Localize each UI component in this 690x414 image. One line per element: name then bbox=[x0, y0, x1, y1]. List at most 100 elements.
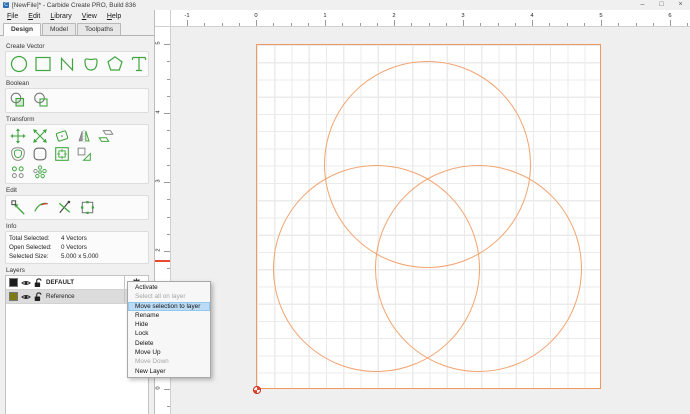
context-menu-item-activate[interactable]: Activate bbox=[128, 283, 210, 292]
curve-edit-icon[interactable] bbox=[32, 198, 51, 217]
lock-icon[interactable] bbox=[34, 292, 43, 302]
info-label: Selected Size: bbox=[9, 252, 61, 261]
ruler-tick bbox=[222, 23, 223, 26]
edit-title: Edit bbox=[6, 187, 149, 194]
tab-design[interactable]: Design bbox=[3, 23, 41, 36]
ruler-tick bbox=[618, 23, 619, 26]
ruler-tick bbox=[167, 165, 170, 166]
tab-model[interactable]: Model bbox=[42, 23, 76, 35]
duplicate-icon[interactable] bbox=[75, 145, 93, 163]
resize-nodes-icon[interactable] bbox=[78, 198, 97, 217]
scale-icon[interactable] bbox=[31, 127, 49, 145]
ruler-tick bbox=[167, 130, 170, 131]
maximize-button[interactable]: □ bbox=[652, 0, 671, 10]
ruler-tick bbox=[164, 182, 170, 183]
ruler-tick bbox=[167, 61, 170, 62]
offset-icon[interactable] bbox=[9, 145, 27, 163]
drawing-canvas[interactable] bbox=[171, 27, 690, 414]
menu-view[interactable]: View bbox=[77, 13, 102, 20]
curve-tool-icon[interactable] bbox=[81, 54, 101, 74]
node-edit-icon[interactable] bbox=[9, 198, 28, 217]
ruler-tick bbox=[446, 23, 447, 26]
job-area[interactable] bbox=[256, 44, 601, 389]
menu-library[interactable]: Library bbox=[45, 13, 76, 20]
polygon-tool-icon[interactable] bbox=[105, 54, 125, 74]
ruler-tick bbox=[164, 44, 170, 45]
ruler-label: 5 bbox=[156, 41, 162, 44]
rectangle-tool-icon[interactable] bbox=[33, 54, 53, 74]
shear-icon[interactable] bbox=[97, 127, 115, 145]
ruler-tick bbox=[167, 268, 170, 269]
minimize-button[interactable]: – bbox=[633, 0, 652, 10]
menu-edit[interactable]: Edit bbox=[23, 13, 45, 20]
boolean-title: Boolean bbox=[6, 80, 149, 87]
ruler-label: -1 bbox=[184, 13, 189, 19]
layer-color-swatch[interactable] bbox=[9, 278, 18, 287]
ruler-tick bbox=[670, 20, 671, 26]
boolean-union-icon[interactable] bbox=[9, 91, 28, 110]
ruler-tick bbox=[394, 20, 395, 26]
fillet-icon[interactable] bbox=[31, 145, 49, 163]
trim-icon[interactable] bbox=[55, 198, 74, 217]
tab-toolpaths[interactable]: Toolpaths bbox=[77, 23, 121, 35]
ruler-tick bbox=[411, 23, 412, 26]
boolean-subtract-icon[interactable] bbox=[32, 91, 51, 110]
context-menu-item-new-layer[interactable]: New Layer bbox=[128, 367, 210, 376]
ruler-tick bbox=[584, 23, 585, 26]
visibility-eye-icon[interactable] bbox=[21, 279, 31, 287]
context-menu-item-delete[interactable]: Delete bbox=[128, 339, 210, 348]
rotate-icon[interactable] bbox=[53, 127, 71, 145]
ruler-tick bbox=[308, 23, 309, 26]
boolean-group: Boolean bbox=[5, 80, 149, 113]
linear-array-icon[interactable] bbox=[9, 163, 27, 181]
window-title: [NewFile]* - Carbide Create PRO, Build 8… bbox=[12, 2, 136, 9]
ruler-tick bbox=[342, 23, 343, 26]
context-menu-item-rename[interactable]: Rename bbox=[128, 311, 210, 320]
visibility-eye-icon[interactable] bbox=[21, 293, 31, 301]
layer-context-menu: ActivateSelect all on layerMove selectio… bbox=[127, 281, 211, 378]
ruler-tick bbox=[167, 199, 170, 200]
circular-array-icon[interactable] bbox=[31, 163, 49, 181]
context-menu-item-hide[interactable]: Hide bbox=[128, 320, 210, 329]
move-icon[interactable] bbox=[9, 127, 27, 145]
ruler-tick bbox=[687, 23, 688, 26]
ruler-label: 2 bbox=[392, 13, 395, 19]
lock-icon[interactable] bbox=[34, 278, 43, 288]
transform-title: Transform bbox=[6, 116, 149, 123]
mirror-icon[interactable] bbox=[75, 127, 93, 145]
ruler-tick bbox=[480, 23, 481, 26]
circle-tool-icon[interactable] bbox=[9, 54, 29, 74]
ruler-tick bbox=[167, 406, 170, 407]
vector-circle[interactable] bbox=[375, 165, 582, 372]
ruler-tick bbox=[187, 20, 188, 26]
app-icon: C bbox=[3, 2, 9, 8]
ruler-tick bbox=[463, 20, 464, 26]
layer-name: Reference bbox=[46, 293, 124, 300]
context-menu-item-move-up[interactable]: Move Up bbox=[128, 348, 210, 357]
ruler-tick bbox=[549, 23, 550, 26]
ruler-tick bbox=[239, 23, 240, 26]
ruler-label: 3 bbox=[461, 13, 464, 19]
ruler-tick bbox=[429, 23, 430, 26]
context-menu-item-lock[interactable]: Lock bbox=[128, 329, 210, 338]
ruler-tick bbox=[498, 23, 499, 26]
ruler-tick bbox=[167, 234, 170, 235]
ruler-corner bbox=[155, 10, 171, 27]
ruler-label: 2 bbox=[156, 248, 162, 251]
info-row: Open Selected:0 Vectors bbox=[9, 243, 145, 252]
transform-group: Transform bbox=[5, 116, 149, 184]
context-menu-item-select-all-on-layer: Select all on layer bbox=[128, 292, 210, 301]
context-menu-item-move-selection-to-layer[interactable]: Move selection to layer bbox=[128, 302, 210, 311]
ruler-tick bbox=[325, 20, 326, 26]
polyline-tool-icon[interactable] bbox=[57, 54, 77, 74]
text-tool-icon[interactable] bbox=[129, 54, 149, 74]
carbide-create-window: C [NewFile]* - Carbide Create PRO, Build… bbox=[0, 0, 690, 414]
info-row: Total Selected:4 Vectors bbox=[9, 234, 145, 243]
frame-icon[interactable] bbox=[53, 145, 71, 163]
layer-color-swatch[interactable] bbox=[9, 292, 18, 301]
menu-help[interactable]: Help bbox=[102, 13, 126, 20]
close-button[interactable]: × bbox=[671, 0, 690, 10]
ruler-label: 1 bbox=[323, 13, 326, 19]
ruler-tick bbox=[515, 23, 516, 26]
menu-file[interactable]: File bbox=[2, 13, 23, 20]
